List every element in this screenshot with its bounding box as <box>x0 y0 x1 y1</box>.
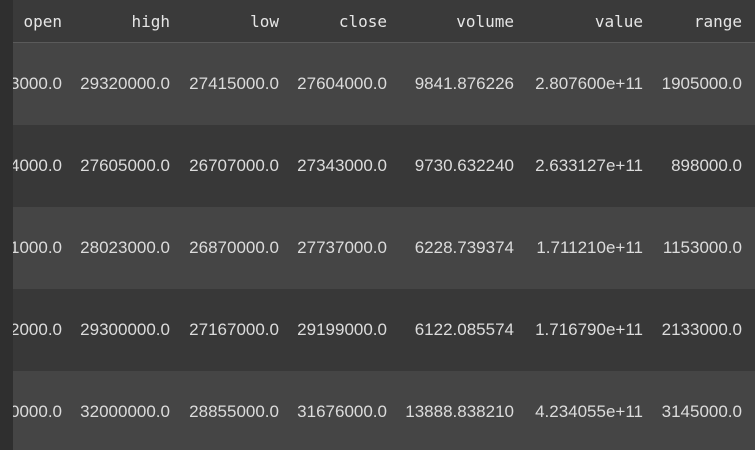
cell-close: 27604000.0 <box>297 74 387 93</box>
cell-range: 2133000.0 <box>661 320 742 339</box>
column-header-volume: volume <box>456 12 514 31</box>
table-row: 2000.0 29300000.0 27167000.0 29199000.0 … <box>13 289 755 371</box>
cell-range: 1153000.0 <box>662 238 742 257</box>
table-row: 3000.0 29320000.0 27415000.0 27604000.0 … <box>13 43 755 125</box>
cell-high: 27605000.0 <box>80 156 170 175</box>
cell-open: 1000.0 <box>13 238 62 257</box>
cell-open: 2000.0 <box>13 320 62 339</box>
cell-high: 29320000.0 <box>80 74 170 93</box>
dataframe-output: open high low close volume value range 3… <box>0 0 755 450</box>
cell-open: 4000.0 <box>13 156 62 175</box>
cell-value: 1.711210e+11 <box>536 238 643 257</box>
cell-open: 0000.0 <box>13 402 62 421</box>
table-row: 4000.0 27605000.0 26707000.0 27343000.0 … <box>13 125 755 207</box>
cell-low: 27415000.0 <box>189 74 279 93</box>
cell-high: 28023000.0 <box>80 238 170 257</box>
cell-volume: 6228.739374 <box>414 238 514 257</box>
cell-close: 31676000.0 <box>297 402 387 421</box>
cell-value: 1.716790e+11 <box>535 320 643 339</box>
cell-range: 1905000.0 <box>661 74 742 93</box>
column-header-close: close <box>338 12 387 31</box>
cell-open: 3000.0 <box>13 74 62 93</box>
cell-value: 2.633127e+11 <box>535 156 643 175</box>
column-header-range: range <box>693 12 742 31</box>
output-gutter <box>0 0 13 450</box>
column-header-high: high <box>131 12 170 31</box>
cell-range: 3145000.0 <box>661 402 742 421</box>
cell-low: 27167000.0 <box>189 320 279 339</box>
cell-value: 2.807600e+11 <box>535 74 643 93</box>
table-header: open high low close volume value range <box>13 0 755 43</box>
cell-volume: 9730.632240 <box>414 156 514 175</box>
cell-volume: 6122.085574 <box>414 320 514 339</box>
table-row: 1000.0 28023000.0 26870000.0 27737000.0 … <box>13 207 755 289</box>
table-row: 0000.0 32000000.0 28855000.0 31676000.0 … <box>13 371 755 450</box>
cell-close: 27737000.0 <box>297 238 387 257</box>
dataframe-table: open high low close volume value range 3… <box>13 0 755 450</box>
cell-low: 26870000.0 <box>189 238 279 257</box>
cell-volume: 13888.838210 <box>405 402 514 421</box>
column-header-open: open <box>23 12 62 31</box>
cell-low: 26707000.0 <box>189 156 279 175</box>
cell-close: 29199000.0 <box>297 320 387 339</box>
cell-low: 28855000.0 <box>189 402 279 421</box>
cell-range: 898000.0 <box>671 156 742 175</box>
column-header-low: low <box>250 12 279 31</box>
column-header-value: value <box>594 12 643 31</box>
cell-high: 29300000.0 <box>80 320 170 339</box>
cell-close: 27343000.0 <box>297 156 387 175</box>
cell-value: 4.234055e+11 <box>535 402 643 421</box>
cell-volume: 9841.876226 <box>414 74 514 93</box>
cell-high: 32000000.0 <box>80 402 170 421</box>
